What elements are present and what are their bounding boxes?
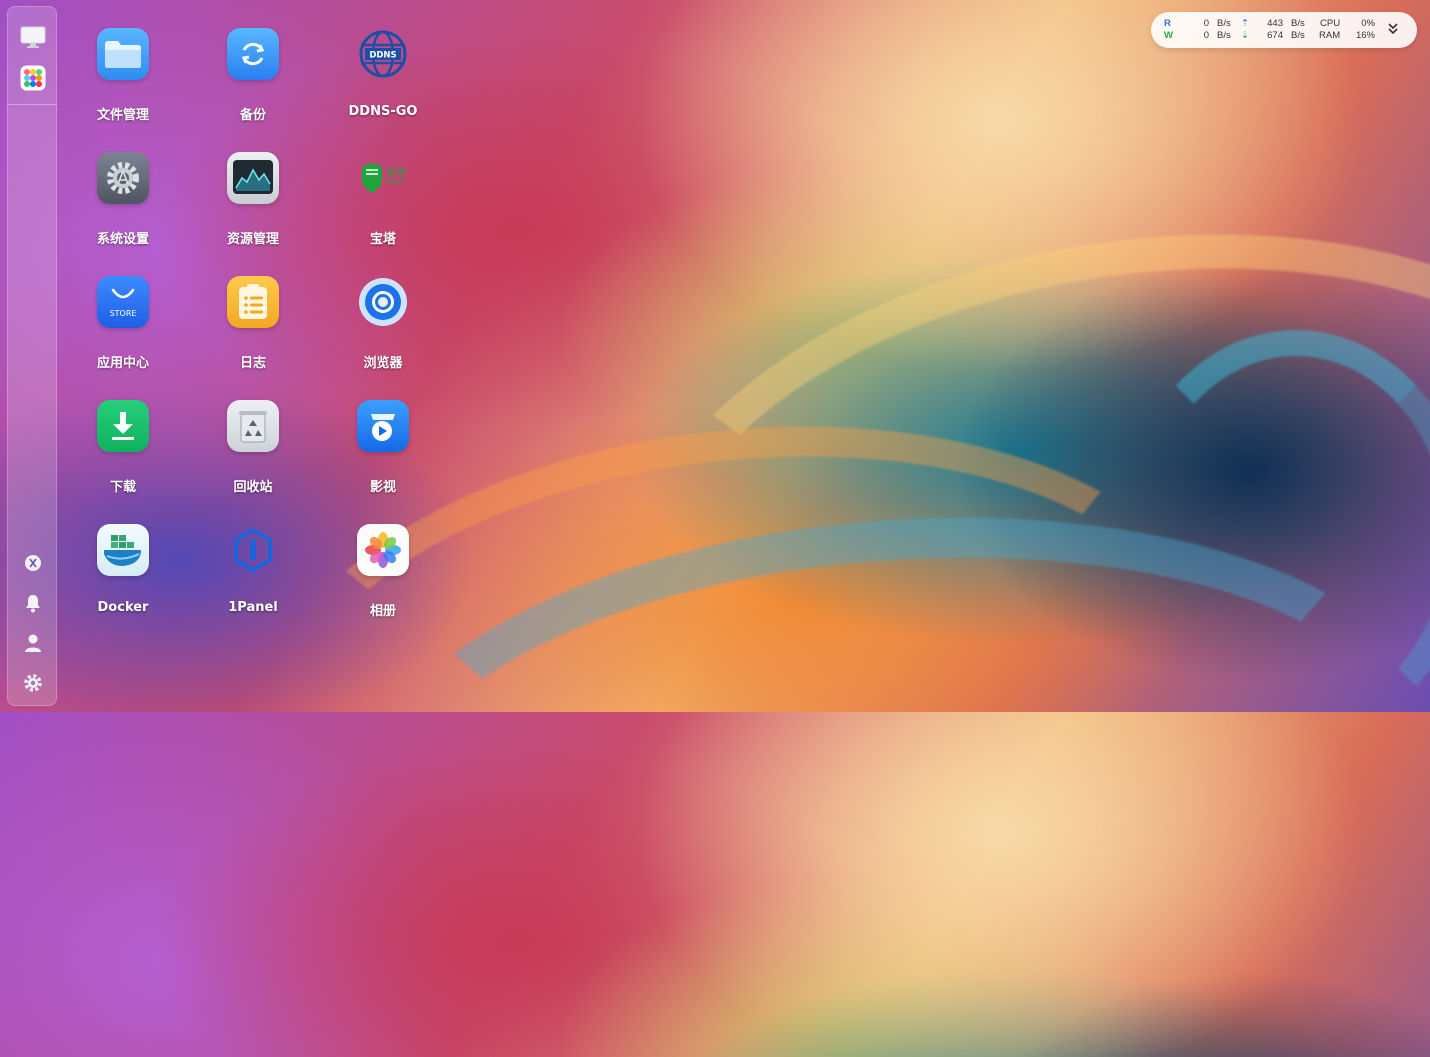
app-label: 浏览器 <box>363 356 403 371</box>
docker-whale-icon <box>97 524 149 576</box>
backup-sync-icon <box>227 28 279 80</box>
wallpaper-swirl <box>581 170 1430 938</box>
app-system-settings[interactable]: 系统设置 <box>58 152 188 264</box>
read-rate: 0 <box>1203 18 1209 29</box>
wallpaper-swirl <box>343 482 1430 1057</box>
video-play-icon <box>357 400 409 452</box>
notifications-button[interactable] <box>20 590 46 616</box>
write-label: W <box>1164 30 1173 41</box>
sidebar-power-button[interactable] <box>20 550 46 576</box>
upload-rate: 443 <box>1267 18 1283 29</box>
wallpaper-swirl <box>1120 330 1430 742</box>
app-label: 日志 <box>239 356 266 371</box>
expand-button[interactable] <box>1387 22 1399 40</box>
store-bag-icon: STORE <box>97 276 149 328</box>
app-label: 应用中心 <box>96 356 149 371</box>
app-label: 系统设置 <box>96 232 149 247</box>
write-unit: B/s <box>1217 30 1231 41</box>
app-1panel[interactable]: 1Panel <box>188 524 318 636</box>
download-unit: B/s <box>1291 30 1305 41</box>
app-logs[interactable]: 日志 <box>188 276 318 388</box>
browser-icon <box>357 276 409 328</box>
folder-icon <box>97 28 149 80</box>
app-label: 宝塔 <box>369 232 396 247</box>
app-video[interactable]: 影视 <box>318 400 448 512</box>
ram-label: RAM <box>1319 30 1341 41</box>
baota-shield-icon: 宝塔 <box>357 152 409 204</box>
upload-arrow-icon: ⇡ <box>1241 18 1249 29</box>
download-icon <box>97 400 149 452</box>
app-photos[interactable]: 相册 <box>318 524 448 636</box>
ddns-badge-text: DDNS <box>369 51 396 61</box>
app-launcher-button[interactable] <box>20 65 46 91</box>
app-label: 回收站 <box>233 480 273 495</box>
download-rate: 674 <box>1267 30 1283 41</box>
chevron-double-down-icon <box>1388 23 1398 35</box>
user-icon <box>25 634 41 652</box>
settings-cog-icon <box>24 674 42 692</box>
read-unit: B/s <box>1217 18 1231 29</box>
1panel-hexagon-icon <box>227 524 279 576</box>
read-label: R <box>1164 18 1171 29</box>
app-ddns-go[interactable]: DDNS DDNS-GO <box>318 28 448 140</box>
app-label: 相册 <box>369 604 396 619</box>
app-label: 影视 <box>369 480 396 495</box>
monitor-icon <box>20 26 46 48</box>
app-file-manager[interactable]: 文件管理 <box>58 28 188 140</box>
cpu-value: 0% <box>1361 18 1375 29</box>
sidebar-divider <box>7 104 57 105</box>
app-resource-manager[interactable]: 资源管理 <box>188 152 318 264</box>
app-label: DDNS-GO <box>348 104 418 119</box>
app-center[interactable]: STORE 应用中心 <box>58 276 188 388</box>
app-download[interactable]: 下载 <box>58 400 188 512</box>
recycle-bin-icon <box>227 400 279 452</box>
app-browser[interactable]: 浏览器 <box>318 276 448 388</box>
app-docker[interactable]: Docker <box>58 524 188 636</box>
baota-badge-text: 宝塔 <box>386 166 406 179</box>
gear-settings-icon <box>97 152 149 204</box>
app-label: 资源管理 <box>226 232 279 247</box>
app-label: 下载 <box>109 480 136 495</box>
app-recycle-bin[interactable]: 回收站 <box>188 400 318 512</box>
app-label: 文件管理 <box>96 108 149 123</box>
app-grid-icon <box>20 65 46 91</box>
user-button[interactable] <box>20 630 46 656</box>
photos-flower-icon <box>357 524 409 576</box>
app-baota[interactable]: 宝塔 宝塔 <box>318 152 448 264</box>
app-backup[interactable]: 备份 <box>188 28 318 140</box>
upload-unit: B/s <box>1291 18 1305 29</box>
settings-button[interactable] <box>20 670 46 696</box>
power-recycle-icon <box>25 555 41 571</box>
download-arrow-icon: ⇣ <box>1241 30 1249 41</box>
store-badge-text: STORE <box>110 309 137 318</box>
system-monitor-widget[interactable]: R W 0 0 B/s B/s ⇡ ⇣ 443 674 B/s B/s CPU … <box>1151 12 1417 48</box>
app-label: Docker <box>97 600 149 615</box>
show-desktop-button[interactable] <box>20 24 46 50</box>
cpu-label: CPU <box>1320 18 1341 29</box>
activity-monitor-icon <box>227 152 279 204</box>
write-rate: 0 <box>1203 30 1209 41</box>
app-label: 备份 <box>239 108 266 123</box>
bell-icon <box>26 595 40 613</box>
ddns-globe-icon: DDNS <box>357 28 409 80</box>
clipboard-log-icon <box>227 276 279 328</box>
ram-value: 16% <box>1355 30 1375 41</box>
app-label: 1Panel <box>228 600 278 615</box>
